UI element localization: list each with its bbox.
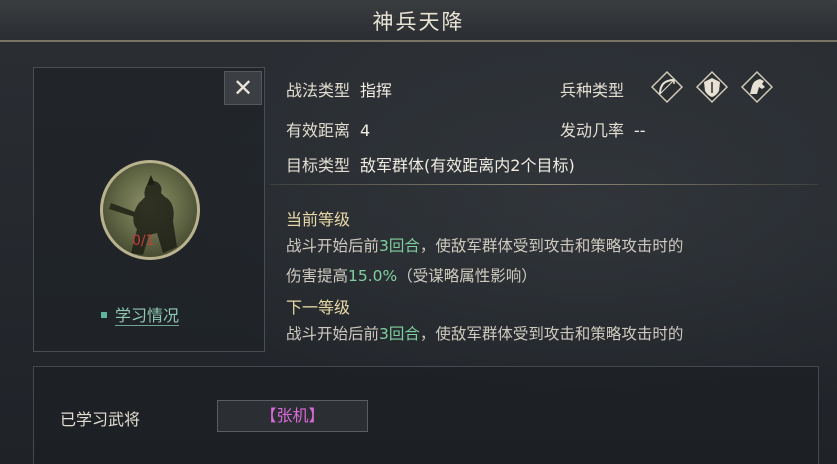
page-title: 神兵天降 bbox=[372, 10, 465, 34]
learn-count: 0/1 bbox=[132, 233, 155, 249]
troop-type-row: 兵种类型 bbox=[560, 77, 624, 101]
current-line1-text-b: ，使敌军群体受到攻击和策略攻击时的 bbox=[419, 237, 684, 255]
next-level-heading: 下一等级 bbox=[286, 298, 351, 317]
close-button[interactable]: ✕ bbox=[224, 71, 262, 105]
learned-generals-label: 已学习武将 bbox=[60, 410, 141, 429]
learned-general-tag[interactable]: 【张机】 bbox=[217, 400, 368, 432]
target-type-value: 敌军群体(有效距离内2个目标) bbox=[360, 156, 575, 175]
range-row: 有效距离 4 bbox=[286, 117, 370, 141]
learned-generals-panel bbox=[33, 366, 819, 464]
trigger-rate-value: -- bbox=[634, 121, 646, 140]
current-level-line-1: 战斗开始后前3回合，使敌军群体受到攻击和策略攻击时的 bbox=[286, 234, 683, 256]
range-value: 4 bbox=[360, 121, 371, 140]
bow-troop-icon bbox=[650, 70, 684, 104]
next-line1-text-b: ，使敌军群体受到攻击和策略攻击时的 bbox=[419, 325, 684, 343]
learn-status-label: 学习情况 bbox=[115, 306, 180, 326]
trigger-rate-label: 发动几率 bbox=[560, 121, 625, 140]
tactic-type-row: 战法类型 指挥 bbox=[286, 77, 392, 101]
current-line1-highlight: 3回合 bbox=[379, 237, 420, 255]
cavalry-troop-icon bbox=[740, 70, 774, 104]
current-line2-text-a: 伤害提高 bbox=[286, 267, 349, 285]
tactic-type-label: 战法类型 bbox=[286, 81, 351, 100]
current-line2-highlight: 15.0% bbox=[348, 267, 398, 285]
next-line1-text-a: 战斗开始后前 bbox=[286, 325, 380, 343]
next-line1-highlight: 3回合 bbox=[379, 325, 420, 343]
title-bar: 神兵天降 bbox=[0, 0, 837, 42]
current-line1-text-a: 战斗开始后前 bbox=[286, 237, 380, 255]
section-divider bbox=[270, 184, 818, 185]
current-level-heading: 当前等级 bbox=[286, 210, 351, 229]
range-label: 有效距离 bbox=[286, 121, 351, 140]
shield-troop-icon bbox=[695, 70, 729, 104]
tactic-type-value: 指挥 bbox=[360, 81, 393, 100]
current-line2-text-b: （受谋略属性影响） bbox=[397, 267, 537, 285]
status-dot-icon bbox=[101, 311, 107, 318]
troop-type-label: 兵种类型 bbox=[560, 81, 625, 100]
target-type-label: 目标类型 bbox=[286, 156, 351, 175]
learn-status-link[interactable]: 学习情况 bbox=[101, 302, 180, 326]
current-level-line-2: 伤害提高15.0%（受谋略属性影响） bbox=[286, 264, 537, 286]
trigger-rate-row: 发动几率 -- bbox=[560, 117, 646, 141]
next-level-line-1: 战斗开始后前3回合，使敌军群体受到攻击和策略攻击时的 bbox=[286, 322, 683, 344]
target-type-row: 目标类型 敌军群体(有效距离内2个目标) bbox=[286, 152, 575, 176]
